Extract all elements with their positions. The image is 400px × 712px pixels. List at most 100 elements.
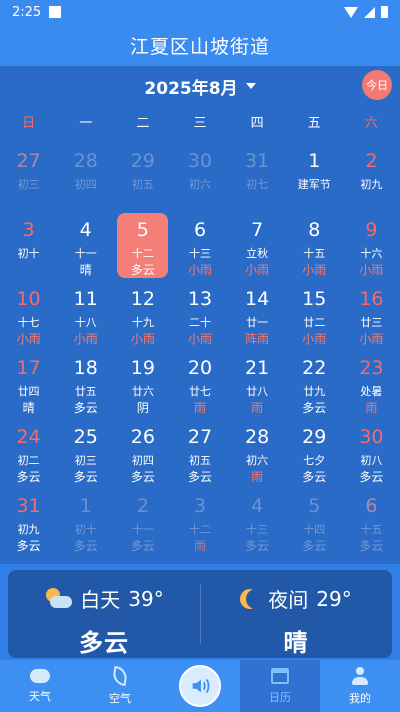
lunar-label: 十二 (131, 247, 154, 260)
day-number: 27 (187, 426, 213, 448)
calendar-day[interactable]: 11 十八小雨 (57, 284, 114, 353)
day-number: 3 (22, 219, 35, 241)
weather-label: 晴 (79, 263, 92, 277)
weather-label: 多云 (73, 539, 98, 553)
weekday-label: 二 (136, 116, 150, 131)
calendar-day[interactable]: 1 建军节 (286, 146, 343, 215)
weather-label: 雨 (251, 470, 264, 484)
today-button[interactable]: 今日 (362, 70, 392, 100)
app-bar: 江夏区山坡街道 (0, 24, 400, 66)
nav-air[interactable]: 空气 (80, 660, 160, 712)
lunar-label: 廿六 (131, 385, 154, 398)
calendar-day[interactable]: 20 廿七雨 (171, 353, 228, 422)
calendar-day[interactable]: 17 廿四晴 (0, 353, 57, 422)
weather-summary-card[interactable]: 白天 39° 多云 夜间 29° 晴 (8, 570, 392, 658)
weekday-label: 一 (79, 116, 93, 131)
calendar-day[interactable]: 7 立秋 小雨 (229, 215, 286, 284)
lunar-label: 七夕 (303, 454, 326, 467)
calendar-day[interactable]: 29 七夕 多云 (286, 422, 343, 491)
lunar-label: 初五 (131, 178, 154, 191)
calendar-day[interactable]: 2 初九 (343, 146, 400, 215)
calendar-day[interactable]: 28 初六雨 (229, 422, 286, 491)
calendar-day[interactable]: 30 初八 多云 (343, 422, 400, 491)
nav-mine[interactable]: 我的 (320, 660, 400, 712)
calendar-day[interactable]: 8 十五 小雨 (286, 215, 343, 284)
nav-calendar-label: 日历 (269, 690, 291, 704)
lunar-label: 十五 (360, 523, 383, 536)
lunar-label: 初四 (131, 454, 154, 467)
nav-weather[interactable]: 天气 (0, 660, 80, 712)
weather-label: 小雨 (16, 332, 41, 346)
weather-label: 雨 (365, 401, 378, 415)
weather-label: 多云 (302, 401, 327, 415)
battery-icon (381, 6, 388, 18)
calendar-day[interactable]: 15 廿二 小雨 (286, 284, 343, 353)
nav-air-label: 空气 (109, 691, 131, 705)
calendar-day[interactable]: 1 初十 多云 (57, 491, 114, 560)
calendar-day[interactable]: 14 廿一 阵雨 (229, 284, 286, 353)
weather-label: 雨 (251, 401, 264, 415)
lunar-label: 廿四 (17, 385, 40, 398)
calendar-day[interactable]: 18 廿五 多云 (57, 353, 114, 422)
weather-label: 多云 (302, 539, 327, 553)
nav-mine-label: 我的 (349, 691, 371, 705)
calendar-day[interactable]: 26 初四 多云 (114, 422, 171, 491)
calendar-day-selected[interactable]: 5 十二 多云 (114, 213, 171, 284)
day-number: 9 (365, 219, 378, 241)
calendar-day[interactable]: 29 初五 (114, 146, 171, 215)
lunar-label: 初八 (360, 454, 383, 467)
lunar-label: 十三 (188, 247, 211, 260)
nav-voice[interactable] (160, 660, 240, 712)
calendar-day[interactable]: 10 十七 小雨 (0, 284, 57, 353)
calendar-day[interactable]: 9 十六 小雨 (343, 215, 400, 284)
lunar-label: 十一 (74, 247, 97, 260)
weather-label: 多云 (16, 470, 41, 484)
calendar-day[interactable]: 2 十一 多云 (114, 491, 171, 560)
calendar-day[interactable]: 4 十三 多云 (229, 491, 286, 560)
calendar-panel: 2025年8月 今日 日 一 二 三 四 五 六 27 初三 28 初四 29 初五 30 初… (0, 66, 400, 564)
calendar-day[interactable]: 22 廿九 多云 (286, 353, 343, 422)
calendar-day[interactable]: 24 初二 多云 (0, 422, 57, 491)
lunar-label: 处暑 (360, 385, 383, 398)
calendar-day[interactable]: 31 初九 多云 (0, 491, 57, 560)
calendar-day[interactable]: 27 初三 (0, 146, 57, 215)
day-number: 15 (302, 288, 327, 310)
weather-label: 多云 (130, 263, 155, 277)
calendar-day[interactable]: 19 廿六阴 (114, 353, 171, 422)
calendar-day[interactable]: 6 十五 多云 (343, 491, 400, 560)
day-number: 4 (79, 219, 92, 241)
calendar-day[interactable]: 30 初六 (171, 146, 228, 215)
calendar-day[interactable]: 5 十四 多云 (286, 491, 343, 560)
calendar-day[interactable]: 13 二十 小雨 (171, 284, 228, 353)
lunar-label: 十三 (246, 523, 269, 536)
calendar-day[interactable]: 31 初七 (229, 146, 286, 215)
calendar-day[interactable]: 23 处暑雨 (343, 353, 400, 422)
calendar-day[interactable]: 12 十九 小雨 (114, 284, 171, 353)
month-selector[interactable]: 2025年8月 (0, 74, 400, 99)
weather-label: 阴 (136, 401, 149, 415)
weather-label: 小雨 (359, 332, 384, 346)
status-bar: 2:25 (0, 0, 400, 24)
day-number: 11 (73, 288, 98, 310)
day-number: 8 (308, 219, 321, 241)
day-number: 6 (365, 495, 378, 517)
nav-calendar[interactable]: 日历 (240, 660, 320, 712)
day-number: 25 (73, 426, 98, 448)
speaker-button[interactable] (179, 665, 221, 707)
calendar-day[interactable]: 16 廿三 小雨 (343, 284, 400, 353)
weather-label: 多云 (187, 470, 212, 484)
calendar-day[interactable]: 21 廿八雨 (229, 353, 286, 422)
weather-label: 小雨 (73, 332, 98, 346)
day-number: 27 (16, 150, 41, 172)
calendar-day[interactable]: 28 初四 (57, 146, 114, 215)
calendar-day[interactable]: 3 十二雨 (171, 491, 228, 560)
calendar-day[interactable]: 25 初三 多云 (57, 422, 114, 491)
calendar-day[interactable]: 27 初五 多云 (171, 422, 228, 491)
lunar-label: 二十 (188, 316, 211, 329)
calendar-day[interactable]: 4 十一晴 (57, 215, 114, 284)
calendar-day[interactable]: 6 十三 小雨 (171, 215, 228, 284)
lunar-label: 十八 (74, 316, 97, 329)
calendar-day[interactable]: 3 初十 (0, 215, 57, 284)
leaf-icon (111, 665, 129, 686)
day-number: 10 (16, 288, 41, 310)
